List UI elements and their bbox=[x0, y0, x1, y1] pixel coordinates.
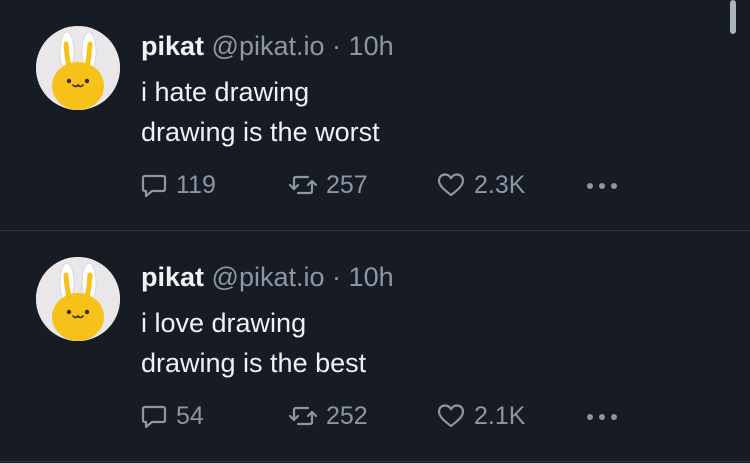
tweet-text-line: drawing is the worst bbox=[141, 117, 380, 147]
retweet-count: 252 bbox=[326, 401, 368, 430]
tweet-header: pikat @pikat.io · 10h bbox=[141, 259, 394, 295]
separator-dot: · bbox=[332, 262, 342, 292]
reply-count: 54 bbox=[176, 401, 204, 430]
separator-dot: · bbox=[332, 31, 342, 61]
tweet-text-line: i love drawing bbox=[141, 308, 307, 338]
user-handle[interactable]: @pikat.io bbox=[212, 262, 325, 292]
retweet-arrows-icon bbox=[288, 406, 318, 426]
reply-count: 119 bbox=[176, 170, 216, 199]
tweet-text: i hate drawing drawing is the worst bbox=[141, 72, 380, 152]
more-button[interactable] bbox=[583, 168, 621, 202]
tweet-text: i love drawing drawing is the best bbox=[141, 303, 366, 383]
reply-button[interactable]: 119 bbox=[140, 168, 216, 202]
comment-bubble-icon bbox=[141, 174, 167, 198]
more-horizontal-icon bbox=[587, 414, 617, 420]
heart-icon bbox=[437, 404, 465, 428]
more-button[interactable] bbox=[583, 399, 621, 433]
tweet-header: pikat @pikat.io · 10h bbox=[141, 28, 394, 64]
tweet-text-line: drawing is the best bbox=[141, 348, 367, 378]
like-count: 2.1K bbox=[474, 401, 526, 430]
timeline: pikat @pikat.io · 10h i hate drawing dra… bbox=[0, 0, 750, 463]
tweet[interactable]: pikat @pikat.io · 10h i love drawing dra… bbox=[0, 231, 750, 461]
tweet-actions: 54 252 2.1K bbox=[140, 399, 640, 433]
tweet[interactable]: pikat @pikat.io · 10h i hate drawing dra… bbox=[0, 0, 750, 230]
tweet-divider bbox=[0, 461, 750, 462]
timestamp[interactable]: 10h bbox=[349, 31, 394, 61]
retweet-count: 257 bbox=[326, 170, 368, 199]
comment-bubble-icon bbox=[141, 405, 167, 429]
like-button[interactable]: 2.3K bbox=[436, 168, 525, 202]
reply-button[interactable]: 54 bbox=[140, 399, 204, 433]
display-name[interactable]: pikat bbox=[141, 262, 204, 292]
timestamp[interactable]: 10h bbox=[349, 262, 394, 292]
display-name[interactable]: pikat bbox=[141, 31, 204, 61]
like-button[interactable]: 2.1K bbox=[436, 399, 525, 433]
retweet-button[interactable]: 257 bbox=[288, 168, 368, 202]
heart-icon bbox=[437, 173, 465, 197]
more-horizontal-icon bbox=[587, 183, 617, 189]
bunny-character-icon bbox=[36, 26, 120, 110]
scrollbar-thumb[interactable] bbox=[730, 0, 736, 34]
tweet-text-line: i hate drawing bbox=[141, 77, 310, 107]
retweet-button[interactable]: 252 bbox=[288, 399, 368, 433]
bunny-character-icon bbox=[36, 257, 120, 341]
tweet-actions: 119 257 2.3K bbox=[140, 168, 640, 202]
user-handle[interactable]: @pikat.io bbox=[212, 31, 325, 61]
like-count: 2.3K bbox=[474, 170, 526, 199]
avatar[interactable] bbox=[36, 257, 120, 341]
retweet-arrows-icon bbox=[288, 175, 318, 195]
avatar[interactable] bbox=[36, 26, 120, 110]
